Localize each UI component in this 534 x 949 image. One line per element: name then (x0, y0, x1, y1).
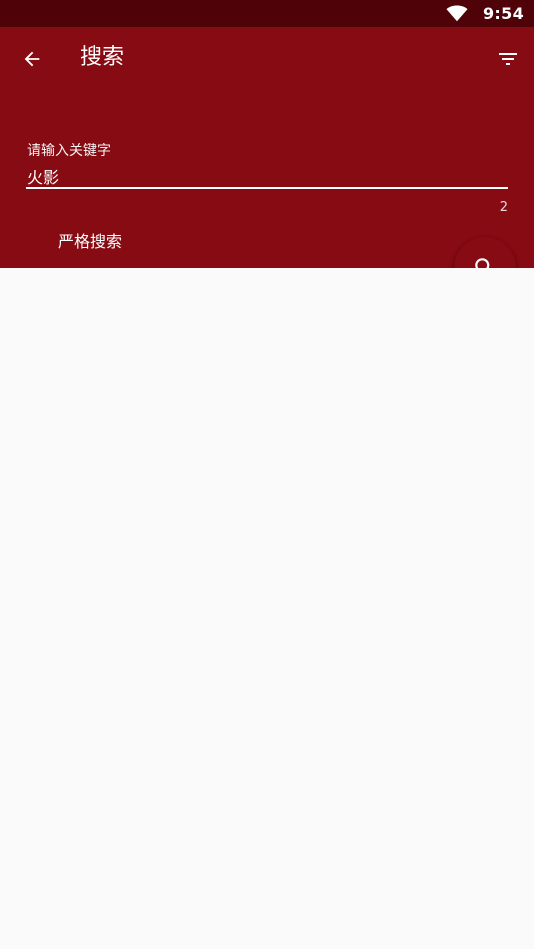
results-area (0, 268, 534, 949)
filter-button[interactable] (492, 43, 524, 75)
strict-search-toggle[interactable]: 严格搜索 (58, 231, 122, 253)
page-title: 搜索 (80, 45, 125, 70)
app-bar: 搜索 请输入关键字 2 严格搜索 (0, 27, 534, 268)
status-time: 9:54 (483, 4, 524, 23)
wifi-icon (446, 5, 468, 22)
arrow-back-icon (24, 51, 40, 67)
status-bar: 9:54 (0, 0, 534, 27)
back-button[interactable] (14, 43, 50, 75)
char-counter: 2 (499, 200, 508, 215)
search-input[interactable] (26, 163, 508, 189)
filter-icon (499, 53, 517, 65)
search-field-label: 请输入关键字 (27, 143, 111, 159)
search-input-underline (26, 187, 508, 189)
